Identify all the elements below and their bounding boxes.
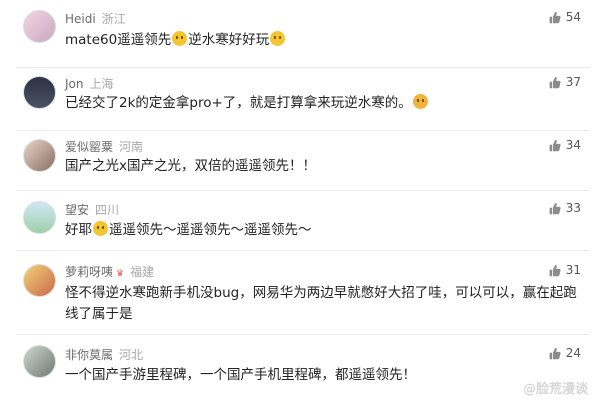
like-button[interactable]: 24 [548,346,581,360]
comment-text: 已经交了2k的定金拿pro+了，就是打算拿来玩逆水寒的。 [65,93,535,114]
like-count: 34 [565,138,581,152]
comment-item: Jon 上海 已经交了2k的定金拿pro+了，就是打算拿来玩逆水寒的。 37 [0,68,600,132]
commenter-name[interactable]: 萝莉呀咦 [65,265,113,279]
commenter-location: 福建 [130,265,155,279]
commenter-location: 河北 [119,348,144,362]
comment-text: 怪不得逆水寒跑新手机没bug，网易华为两边早就憋好大招了哇，可以可以，赢在起跑线… [65,285,577,322]
like-button[interactable]: 37 [548,75,581,89]
thumbs-up-icon [549,264,561,276]
cat-emoji-icon [412,94,428,109]
avatar[interactable] [23,201,56,234]
comment-item: Heidi 浙江 mate60遥遥领先 逆水寒好好玩 54 [0,0,600,68]
smile-emoji-icon [93,221,108,236]
smile-emoji-icon [270,31,286,46]
watermark: @脸荒漫谈 [522,382,588,397]
comment-text: 国产之光x国产之光，双倍的遥遥领先！！ [65,158,316,174]
avatar[interactable] [23,76,56,109]
comment-item: 爱似罂粟 河南 国产之光x国产之光，双倍的遥遥领先！！ 34 [0,131,600,193]
commenter-name[interactable]: Heidi [65,12,96,26]
thumbs-up-icon [549,202,561,214]
commenter-name[interactable]: 非你莫属 [65,348,113,362]
avatar[interactable] [23,264,56,297]
like-count: 24 [565,346,581,360]
comment-text: mate60遥遥领先 逆水寒好好玩 [65,30,535,51]
comment-item: 望安 四川 好耶 遥遥领先～遥遥领先～遥遥领先～ 33 [0,191,600,251]
comment-text: 一个国产手游里程碑，一个国产手机里程碑，都遥遥领先！ [65,367,416,383]
like-button[interactable]: 33 [548,201,581,215]
commenter-name[interactable]: Jon [65,77,84,91]
thumbs-up-icon [549,11,561,23]
commenter-location: 浙江 [101,12,126,26]
commenter-name[interactable]: 爱似罂粟 [65,140,113,154]
avatar[interactable] [23,10,56,43]
commenter-location: 河南 [119,140,144,154]
commenter-name[interactable]: 望安 [65,203,89,217]
commenter-location: 四川 [95,203,120,217]
comment-text: 好耶 遥遥领先～遥遥领先～遥遥领先～ [65,221,312,238]
like-count: 54 [565,10,581,24]
comment-item: 萝莉呀咦 ♛ 福建 怪不得逆水寒跑新手机没bug，网易华为两边早就憋好大招了哇，可以… [0,251,600,336]
like-count: 37 [565,75,581,89]
vip-badge-icon: ♛ [116,269,125,279]
thumbs-up-icon [549,347,561,359]
like-button[interactable]: 54 [548,10,581,24]
avatar[interactable] [23,345,56,378]
like-count: 31 [565,263,581,277]
comment-item: 非你莫属 河北 一个国产手游里程碑，一个国产手机里程碑，都遥遥领先！ 24 [0,335,600,401]
avatar[interactable] [23,139,56,172]
commenter-location: 上海 [89,77,114,91]
thumbs-up-icon [549,76,561,88]
like-button[interactable]: 34 [548,138,581,152]
smile-emoji-icon [172,31,188,46]
like-count: 33 [565,201,581,215]
thumbs-up-icon [549,139,561,151]
like-button[interactable]: 31 [548,263,581,277]
